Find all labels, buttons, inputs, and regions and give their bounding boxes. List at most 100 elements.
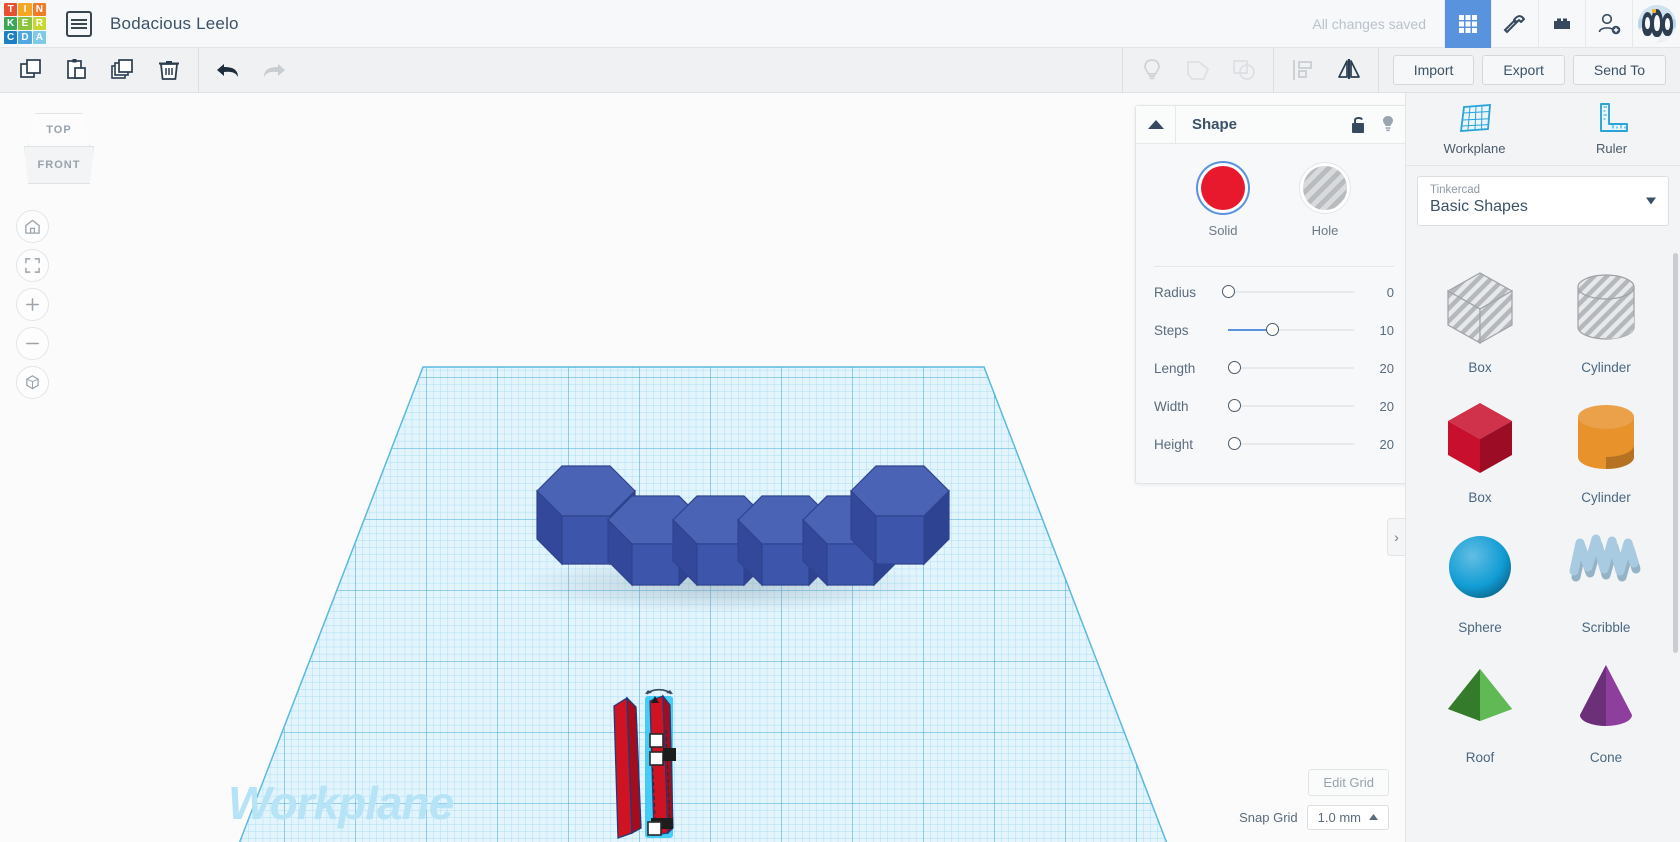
box-perspective-icon <box>26 375 39 390</box>
send-to-button[interactable]: Send To <box>1572 55 1666 85</box>
slider-row-width: Width 20 <box>1136 387 1412 425</box>
hole-swatch[interactable]: Hole <box>1303 166 1347 238</box>
slider-label-length: Length <box>1154 360 1196 376</box>
slider-value-height[interactable]: 20 <box>1360 437 1394 452</box>
shape-cone[interactable]: Cone <box>1543 641 1669 771</box>
shape-box-hole[interactable]: Box <box>1417 251 1543 381</box>
blocks-button[interactable] <box>1538 0 1585 48</box>
shape-sphere-label: Sphere <box>1458 620 1502 635</box>
slider-bar <box>1228 405 1354 407</box>
workplane-tool-label: Workplane <box>1443 141 1506 156</box>
slider-track-width[interactable] <box>1228 399 1354 413</box>
shape-scribble-label: Scribble <box>1581 620 1631 635</box>
slider-track-steps[interactable] <box>1228 323 1354 337</box>
gallery-button[interactable] <box>1444 0 1491 48</box>
ortho-toggle-button[interactable] <box>16 366 49 399</box>
shape-roof-thumbnail <box>1438 650 1522 744</box>
slider-value-length[interactable]: 20 <box>1360 361 1394 376</box>
ruler-tool[interactable]: Ruler <box>1543 93 1680 165</box>
design-title[interactable]: Bodacious Leelo <box>110 14 239 34</box>
fit-view-button[interactable] <box>16 249 49 282</box>
redo-button[interactable] <box>251 48 297 92</box>
duplicate-button[interactable] <box>100 48 146 92</box>
save-status: All changes saved <box>1312 15 1426 32</box>
shape-cone-thumbnail <box>1564 650 1648 744</box>
shape-box-red[interactable]: Box <box>1417 381 1543 511</box>
view-cube-front[interactable]: FRONT <box>24 146 94 184</box>
export-button[interactable]: Export <box>1482 55 1565 85</box>
sidebar-scrollbar[interactable] <box>1673 253 1678 653</box>
shape-cylinder-orange[interactable]: Cylinder <box>1543 381 1669 511</box>
add-user-button[interactable] <box>1585 0 1632 48</box>
light-button[interactable] <box>1129 48 1175 92</box>
shape-library-grid[interactable]: Box Cylinder Box Cylinder Sphere Scribbl… <box>1417 237 1669 842</box>
shape-scribble-thumbnail <box>1564 520 1648 614</box>
avatar[interactable] <box>1632 0 1680 48</box>
view-cube-top[interactable]: TOP <box>28 113 90 147</box>
shape-panel-header: Shape <box>1136 105 1412 144</box>
slider-row-steps: Steps 10 <box>1136 311 1412 349</box>
slider-value-radius[interactable]: 0 <box>1360 285 1394 300</box>
undo-button[interactable] <box>205 48 251 92</box>
shape-sphere[interactable]: Sphere <box>1417 511 1543 641</box>
shape-panel-collapse-button[interactable] <box>1136 105 1176 144</box>
shape-cylinder-hole[interactable]: Cylinder <box>1543 251 1669 381</box>
home-view-button[interactable] <box>16 210 49 243</box>
solid-swatch[interactable]: Solid <box>1201 166 1245 238</box>
design-list-icon[interactable] <box>66 10 92 37</box>
slider-knob-radius[interactable] <box>1222 285 1235 298</box>
workplane-tool[interactable]: Workplane <box>1406 93 1543 165</box>
hole-swatch-label: Hole <box>1311 223 1339 238</box>
home-icon <box>25 219 40 234</box>
unlock-icon[interactable] <box>1350 115 1366 134</box>
snap-grid-row: Snap Grid 1.0 mm <box>1239 805 1389 830</box>
chevron-down-icon <box>1646 197 1656 205</box>
import-button[interactable]: Import <box>1392 55 1475 85</box>
slider-track-radius[interactable] <box>1222 285 1354 299</box>
shape-cone-label: Cone <box>1589 750 1623 765</box>
shape-roof[interactable]: Roof <box>1417 641 1543 771</box>
app-header: TINKERCDA Bodacious Leelo All changes sa… <box>0 0 1680 48</box>
zoom-in-button[interactable] <box>16 288 49 321</box>
shape-dimension-sliders: Radius 0 Steps 10 Length 20 Width 20 Height 20 <box>1136 273 1412 463</box>
grid-icon <box>1459 14 1477 33</box>
shape-library-select[interactable]: Tinkercad Basic Shapes <box>1417 176 1669 226</box>
codeblocks-button[interactable] <box>1491 0 1538 48</box>
slider-track-height[interactable] <box>1228 437 1354 451</box>
view-cube[interactable]: TOP FRONT <box>22 111 98 189</box>
slider-knob-height[interactable] <box>1228 437 1242 450</box>
undo-arrow-icon <box>217 64 238 77</box>
slider-bar <box>1228 367 1354 369</box>
tinkercad-logo[interactable]: TINKERCDA <box>2 1 48 47</box>
slider-label-height: Height <box>1154 436 1194 452</box>
panel-collapse-tab[interactable]: › <box>1387 518 1405 556</box>
logo-tile-a: A <box>32 31 46 45</box>
slider-bar <box>1228 443 1354 445</box>
slider-knob-steps[interactable] <box>1266 323 1280 336</box>
edit-grid-button[interactable]: Edit Grid <box>1308 769 1389 796</box>
slider-value-steps[interactable]: 10 <box>1360 323 1394 338</box>
paste-button[interactable] <box>54 48 100 92</box>
slider-track-length[interactable] <box>1228 361 1354 375</box>
trash-icon <box>159 61 179 80</box>
red-thin-shape <box>613 696 642 839</box>
slider-label-width: Width <box>1154 398 1189 414</box>
zoom-out-button[interactable] <box>16 327 49 360</box>
mirror-button[interactable] <box>1326 48 1372 92</box>
snap-grid-select[interactable]: 1.0 mm <box>1306 805 1389 830</box>
snap-grid-label: Snap Grid <box>1239 810 1298 825</box>
group-button[interactable] <box>1175 48 1221 92</box>
ungroup-button[interactable] <box>1221 48 1267 92</box>
slider-row-height: Height 20 <box>1136 425 1412 463</box>
align-button[interactable] <box>1280 48 1326 92</box>
logo-tile-t: T <box>4 2 18 16</box>
fit-frame-icon <box>25 258 40 273</box>
slider-knob-width[interactable] <box>1228 399 1242 412</box>
lightbulb-icon[interactable] <box>1380 115 1396 134</box>
lightbulb-icon <box>1143 59 1160 80</box>
copy-button[interactable] <box>8 48 54 92</box>
delete-button[interactable] <box>146 48 192 92</box>
shape-scribble[interactable]: Scribble <box>1543 511 1669 641</box>
slider-value-width[interactable]: 20 <box>1360 399 1394 414</box>
slider-knob-length[interactable] <box>1228 361 1242 374</box>
